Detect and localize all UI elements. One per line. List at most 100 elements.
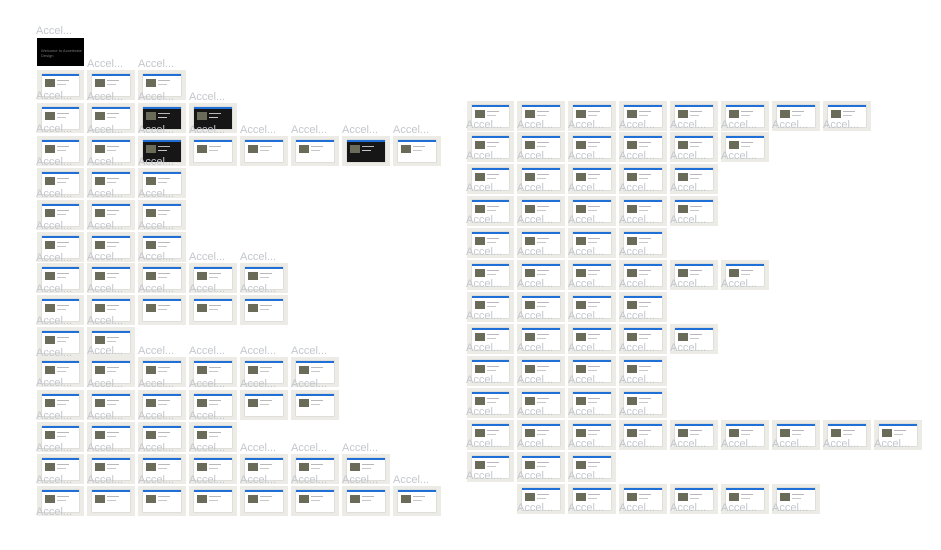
screen-frame[interactable] xyxy=(189,295,237,325)
frame-label[interactable]: Accel... xyxy=(619,310,655,322)
frame-label[interactable]: Accel... xyxy=(36,156,72,168)
frame-label[interactable]: Accel... xyxy=(619,119,655,131)
frame-label[interactable]: Accel... xyxy=(874,438,910,450)
frame-label[interactable]: Accel... xyxy=(568,246,604,258)
frame-label[interactable]: Accel... xyxy=(517,246,553,258)
frame-label[interactable]: Accel... xyxy=(393,474,429,486)
frame-label[interactable]: Accel... xyxy=(517,438,553,450)
frame-label[interactable]: Accel... xyxy=(138,58,174,70)
frame-label[interactable]: Accel... xyxy=(240,378,276,390)
frame-label[interactable]: Accel... xyxy=(138,220,174,232)
frame-label[interactable]: Accel... xyxy=(517,374,553,386)
frame-label[interactable]: Accel... xyxy=(36,123,72,135)
screen-frame[interactable] xyxy=(393,486,441,516)
frame-label[interactable]: Accel... xyxy=(87,58,123,70)
frame-label[interactable]: Accel... xyxy=(721,150,757,162)
frame-label[interactable]: Accel... xyxy=(568,374,604,386)
frame-label[interactable]: Accel... xyxy=(240,474,276,486)
frame-label[interactable]: Accel... xyxy=(670,502,706,514)
frame-label[interactable]: Accel... xyxy=(466,470,502,482)
frame-label[interactable]: Accel... xyxy=(138,91,174,103)
frame-label[interactable]: Accel... xyxy=(619,150,655,162)
frame-label[interactable]: Accel... xyxy=(466,119,502,131)
hero-frame-thumbnail[interactable]: Welcome to Accelerate Design xyxy=(37,38,84,66)
frame-label[interactable]: Accel... xyxy=(240,283,276,295)
frame-label[interactable]: Accel... xyxy=(189,378,225,390)
screen-frame[interactable] xyxy=(138,486,186,516)
frame-label[interactable]: Accel... xyxy=(138,124,174,136)
frame-label[interactable]: Accel... xyxy=(189,283,225,295)
frame-label[interactable]: Accel... xyxy=(87,474,123,486)
frame-label[interactable]: Accel... xyxy=(240,442,276,454)
frame-label[interactable]: Accel... xyxy=(568,278,604,290)
frame-label[interactable]: Accel... xyxy=(466,278,502,290)
frame-label[interactable]: Accel... xyxy=(670,214,706,226)
frame-label[interactable]: Accel... xyxy=(619,438,655,450)
frame-label[interactable]: Accel... xyxy=(138,251,174,263)
frame-label[interactable]: Accel... xyxy=(87,378,123,390)
frame-label[interactable]: Accel... xyxy=(466,182,502,194)
frame-label[interactable]: Accel... xyxy=(721,502,757,514)
frame-label[interactable]: Accel... xyxy=(721,119,757,131)
frame-label[interactable]: Accel... xyxy=(619,278,655,290)
frame-label[interactable]: Accel... xyxy=(36,90,72,102)
frame-label[interactable]: Accel... xyxy=(36,188,72,200)
frame-label[interactable]: Accel... xyxy=(36,315,72,327)
frame-label[interactable]: Accel... xyxy=(291,442,327,454)
frame-label[interactable]: Accel... xyxy=(342,442,378,454)
frame-label[interactable]: Accel... xyxy=(138,156,174,168)
frame-label[interactable]: Accel... xyxy=(619,214,655,226)
frame-label[interactable]: Accel... xyxy=(138,345,174,357)
screen-frame[interactable] xyxy=(189,486,237,516)
screen-frame[interactable] xyxy=(342,486,390,516)
screen-frame[interactable] xyxy=(189,136,237,166)
frame-label[interactable]: Accel... xyxy=(466,150,502,162)
frame-label[interactable]: Accel... xyxy=(138,410,174,422)
frame-label[interactable]: Accel... xyxy=(619,246,655,258)
frame-label[interactable]: Accel... xyxy=(568,214,604,226)
frame-label[interactable]: Accel... xyxy=(189,442,225,454)
frame-label[interactable]: Accel... xyxy=(517,119,553,131)
frame-label[interactable]: Accel... xyxy=(189,251,225,263)
frame-label[interactable]: Accel... xyxy=(517,502,553,514)
frame-label[interactable]: Accel... xyxy=(568,502,604,514)
frame-label[interactable]: Accel... xyxy=(36,506,72,518)
frame-label[interactable]: Accel... xyxy=(138,188,174,200)
frame-label[interactable]: Accel... xyxy=(721,278,757,290)
frame-label[interactable]: Accel... xyxy=(619,182,655,194)
frame-label[interactable]: Accel... xyxy=(87,91,123,103)
frame-label[interactable]: Accel... xyxy=(619,502,655,514)
frame-label[interactable]: Accel... xyxy=(823,438,859,450)
frame-label[interactable]: Accel... xyxy=(189,124,225,136)
frame-label[interactable]: Accel... xyxy=(342,474,378,486)
frame-label[interactable]: Accel... xyxy=(138,283,174,295)
frame-label[interactable]: Accel... xyxy=(87,124,123,136)
frame-label[interactable]: Accel... xyxy=(517,470,553,482)
frame-label[interactable]: Accel... xyxy=(240,124,276,136)
frame-label[interactable]: Accel... xyxy=(393,124,429,136)
frame-label[interactable]: Accel... xyxy=(36,442,72,454)
frame-label[interactable]: Accel... xyxy=(342,124,378,136)
frame-label[interactable]: Accel... xyxy=(466,374,502,386)
frame-label[interactable]: Accel... xyxy=(517,278,553,290)
frame-label[interactable]: Accel... xyxy=(466,342,502,354)
frame-label[interactable]: Accel... xyxy=(466,310,502,322)
frame-label[interactable]: Accel... xyxy=(619,406,655,418)
frame-label[interactable]: Accel... xyxy=(517,310,553,322)
frame-label[interactable]: Accel... xyxy=(568,438,604,450)
screen-frame[interactable] xyxy=(291,486,339,516)
frame-label[interactable]: Accel... xyxy=(36,220,72,232)
frame-label[interactable]: Accel... xyxy=(87,442,123,454)
frame-label[interactable]: Accel... xyxy=(517,182,553,194)
frame-label[interactable]: Accel... xyxy=(138,442,174,454)
frame-label[interactable]: Accel... xyxy=(291,474,327,486)
frame-label[interactable]: Accel... xyxy=(138,378,174,390)
frame-label[interactable]: Accel... xyxy=(517,214,553,226)
frame-label[interactable]: Accel... xyxy=(670,182,706,194)
frame-label[interactable]: Accel... xyxy=(568,406,604,418)
frame-label[interactable]: Accel... xyxy=(772,502,808,514)
frame-label[interactable]: Accel... xyxy=(568,310,604,322)
frame-label[interactable]: Accel... xyxy=(240,345,276,357)
screen-frame[interactable] xyxy=(291,136,339,166)
frame-label[interactable]: Accel... xyxy=(568,150,604,162)
